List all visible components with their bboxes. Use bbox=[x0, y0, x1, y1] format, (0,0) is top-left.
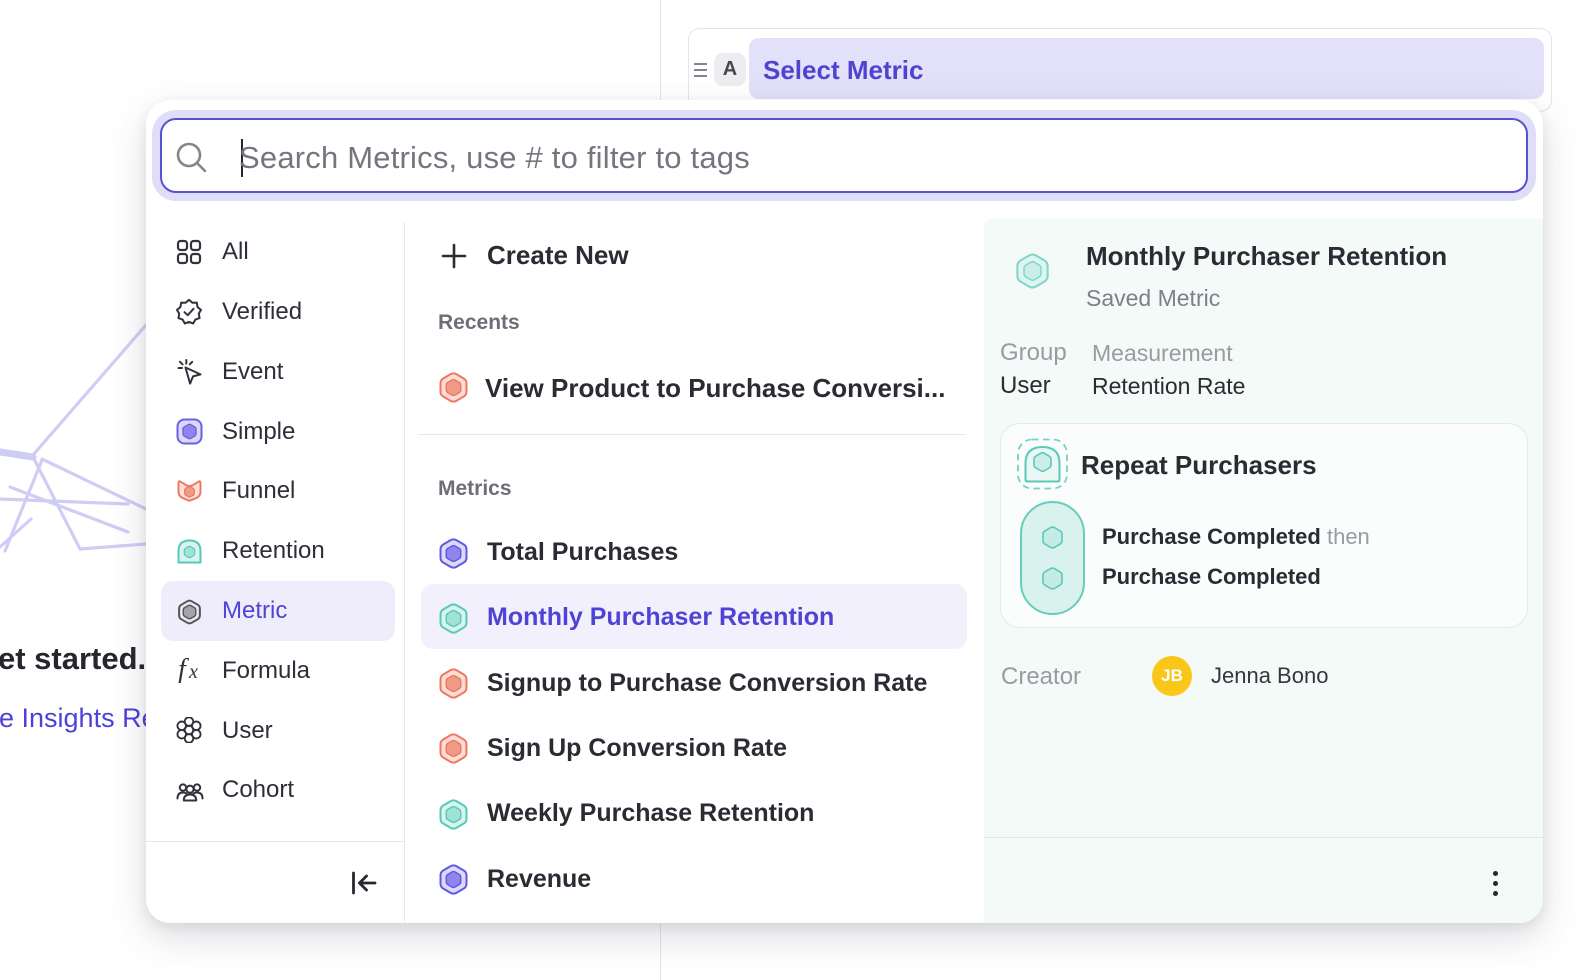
svg-text:f: f bbox=[178, 657, 189, 683]
svg-text:x: x bbox=[188, 661, 198, 683]
